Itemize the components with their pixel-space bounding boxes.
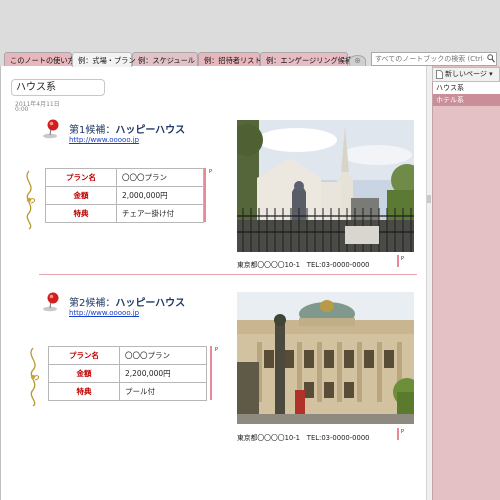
plan-table-2: プラン名 〇〇〇プラン 金額 2,200,000円 特典 プール付 <box>48 346 207 401</box>
tab-how-to-use[interactable]: このノートの使い方 <box>4 52 75 67</box>
note-page[interactable]: ハウス系 2011年4月11日 0:00 第1候補：ハッピーハウス http:/… <box>0 66 432 500</box>
plan-name-value[interactable]: 〇〇〇プラン <box>116 168 204 187</box>
table-row: プラン名 〇〇〇プラン <box>45 168 204 187</box>
candidate-1-link[interactable]: http://www.ooooo.jp <box>69 136 139 144</box>
paragraph-marker: P <box>401 429 405 435</box>
benefit-label: 特典 <box>45 204 117 223</box>
section-divider <box>39 274 417 275</box>
table-row: 特典 プール付 <box>48 382 207 401</box>
container-edge-marker <box>210 346 212 400</box>
candidate-1-prefix: 第1候補： <box>69 125 116 136</box>
ornament-flourish-icon <box>26 170 36 230</box>
palace-photo[interactable] <box>237 292 414 424</box>
ornament-flourish-icon <box>30 347 40 407</box>
tab-engagement-ring[interactable]: 例：エンゲージリング候補 <box>260 52 352 67</box>
add-section-button[interactable]: ⊕ <box>349 55 366 66</box>
container-edge-marker <box>204 168 206 222</box>
search-input[interactable] <box>371 52 497 66</box>
plan-name-value[interactable]: 〇〇〇プラン <box>119 346 207 365</box>
benefit-value[interactable]: チェアー掛け付 <box>116 204 204 223</box>
chapel-photo[interactable] <box>237 120 414 252</box>
container-edge-marker <box>397 428 399 440</box>
candidate-2-link[interactable]: http://www.ooooo.jp <box>69 309 139 317</box>
tab-guest-list[interactable]: 例：招待者リスト <box>198 52 262 67</box>
page-time: 0:00 <box>15 106 29 113</box>
candidate-1-heading: 第1候補：ハッピーハウス <box>69 121 185 136</box>
plan-name-label: プラン名 <box>45 168 117 187</box>
price-label: 金額 <box>45 186 117 205</box>
page-list-item-house[interactable]: ハウス系 <box>433 82 500 94</box>
candidate-2-address[interactable]: 東京都〇〇〇〇10-1 TEL:03-0000-0000 <box>237 432 369 442</box>
tab-schedule[interactable]: 例：スケジュール <box>132 52 198 67</box>
table-row: プラン名 〇〇〇プラン <box>48 346 207 365</box>
price-value[interactable]: 2,000,000円 <box>116 186 204 205</box>
page-list-item-hotel[interactable]: ホテル系 <box>433 94 500 106</box>
container-edge-marker <box>397 255 399 267</box>
new-page-icon <box>436 70 443 79</box>
scrollbar-thumb[interactable] <box>427 195 431 203</box>
candidate-2-prefix: 第2候補： <box>69 298 116 309</box>
table-row: 金額 2,000,000円 <box>45 186 204 205</box>
paragraph-marker: P <box>215 347 219 353</box>
candidate-2-name: ハッピーハウス <box>115 298 186 309</box>
search-icon[interactable] <box>487 54 495 63</box>
price-value[interactable]: 2,200,000円 <box>119 364 207 383</box>
paragraph-marker: P <box>401 256 405 262</box>
candidate-2-heading: 第2候補：ハッピーハウス <box>69 294 185 309</box>
page-title[interactable]: ハウス系 <box>11 79 105 96</box>
plan-name-label: プラン名 <box>48 346 120 365</box>
tab-venue-plan[interactable]: 例：式場・プラン <box>72 52 136 67</box>
pushpin-icon <box>43 292 59 312</box>
candidate-1-name: ハッピーハウス <box>115 125 186 136</box>
price-label: 金額 <box>48 364 120 383</box>
benefit-value[interactable]: プール付 <box>119 382 207 401</box>
table-row: 金額 2,200,000円 <box>48 364 207 383</box>
candidate-1-address[interactable]: 東京都〇〇〇〇10-1 TEL:03-0000-0000 <box>237 259 369 269</box>
paragraph-marker: P <box>209 169 213 175</box>
plan-table-1: プラン名 〇〇〇プラン 金額 2,000,000円 特典 チェアー掛け付 <box>45 168 204 223</box>
pushpin-icon <box>43 119 59 139</box>
page-list-pane <box>432 66 500 500</box>
table-row: 特典 チェアー掛け付 <box>45 204 204 223</box>
benefit-label: 特典 <box>48 382 120 401</box>
